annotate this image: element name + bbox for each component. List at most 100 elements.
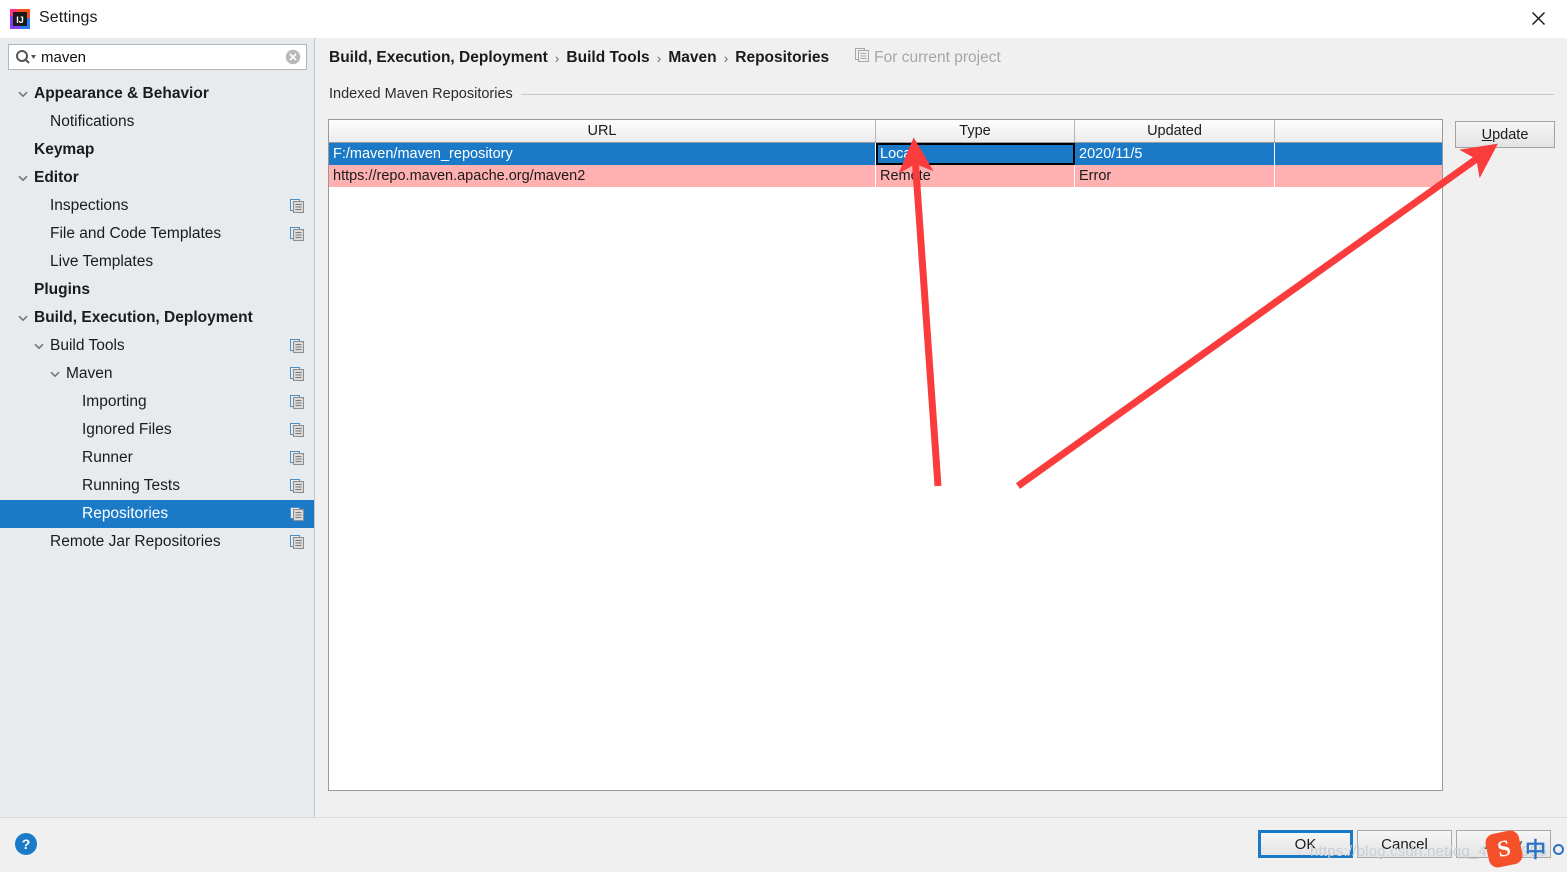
search-box[interactable]	[8, 44, 307, 70]
sidebar-item-appearance-behavior[interactable]: Appearance & Behavior	[0, 80, 314, 108]
project-scope-icon	[290, 479, 304, 493]
sidebar-item-build-tools[interactable]: Build Tools	[0, 332, 314, 360]
column-header-url[interactable]: URL	[329, 120, 876, 143]
title-bar: IJ Settings	[0, 0, 1567, 39]
sidebar-item-editor[interactable]: Editor	[0, 164, 314, 192]
column-header-type[interactable]: Type	[875, 120, 1075, 143]
svg-text:?: ?	[22, 836, 31, 852]
column-header-blank[interactable]	[1274, 120, 1442, 143]
cell-type[interactable]: Remote	[875, 165, 1075, 187]
breadcrumb-item-0[interactable]: Build, Execution, Deployment	[329, 49, 548, 67]
table-header-row: URL Type Updated	[329, 120, 1442, 143]
sidebar-item-repositories[interactable]: Repositories	[0, 500, 314, 528]
help-circle-icon[interactable]: ?	[14, 832, 38, 856]
sidebar-item-label: Maven	[66, 365, 113, 382]
sidebar-item-keymap[interactable]: Keymap	[0, 136, 314, 164]
table-header: URL Type Updated	[329, 120, 1442, 143]
cell-updated[interactable]: Error	[1074, 165, 1275, 187]
sidebar-item-label: Inspections	[50, 197, 129, 214]
ime-punctuation-icon[interactable]	[1553, 843, 1564, 855]
sidebar-item-label: Keymap	[34, 141, 95, 158]
sidebar-item-label: Build, Execution, Deployment	[34, 309, 253, 326]
cell-type[interactable]: Local	[875, 142, 1075, 165]
section-header: Indexed Maven Repositories	[329, 86, 1554, 102]
settings-tree: Appearance & Behavior Notifications Keymap…	[0, 80, 314, 556]
clear-circle-icon[interactable]	[285, 49, 301, 65]
repositories-table-frame: URL Type Updated F:/maven/maven_reposito…	[328, 119, 1443, 791]
cell-url[interactable]: F:/maven/maven_repository	[329, 142, 876, 165]
project-scope-icon	[290, 227, 304, 241]
sogou-logo-icon[interactable]: S	[1483, 828, 1525, 870]
table-body: F:/maven/maven_repository Local 2020/11/5 h…	[329, 142, 1442, 187]
svg-text:IJ: IJ	[16, 15, 24, 25]
window-title: Settings	[39, 9, 98, 26]
breadcrumb-separator: ›	[723, 49, 729, 66]
for-current-project-label: For current project	[855, 48, 1001, 67]
settings-main-panel: Build, Execution, Deployment › Build Too…	[316, 38, 1567, 817]
sidebar-item-inspections[interactable]: Inspections	[0, 192, 314, 220]
project-scope-icon	[290, 199, 304, 213]
chevron-down-icon[interactable]	[16, 87, 30, 101]
sidebar-item-file-and-code-templates[interactable]: File and Code Templates	[0, 220, 314, 248]
project-scope-icon	[290, 395, 304, 409]
sidebar-item-label: Remote Jar Repositories	[50, 533, 221, 550]
project-scope-icon	[290, 367, 304, 381]
ime-mode-indicator[interactable]: 中	[1525, 834, 1546, 864]
cell-blank[interactable]	[1274, 165, 1442, 187]
breadcrumb-separator: ›	[656, 49, 662, 66]
sidebar-item-build-execution-deployment[interactable]: Build, Execution, Deployment	[0, 304, 314, 332]
repositories-table: URL Type Updated F:/maven/maven_reposito…	[329, 120, 1442, 187]
chevron-down-icon[interactable]	[16, 171, 30, 185]
sidebar-item-label: Build Tools	[50, 337, 125, 354]
sidebar-item-runner[interactable]: Runner	[0, 444, 314, 472]
cell-blank[interactable]	[1274, 142, 1442, 165]
close-icon[interactable]	[1509, 0, 1567, 37]
sogou-ime-toolbar[interactable]: S 中	[1483, 828, 1567, 870]
update-button-label: pdate	[1492, 126, 1529, 143]
cell-url[interactable]: https://repo.maven.apache.org/maven2	[329, 165, 876, 187]
project-scope-icon	[290, 339, 304, 353]
sidebar-item-ignored-files[interactable]: Ignored Files	[0, 416, 314, 444]
settings-sidebar: Appearance & Behavior Notifications Keymap…	[0, 38, 315, 817]
table-row[interactable]: F:/maven/maven_repository Local 2020/11/5	[329, 142, 1442, 165]
project-scope-icon	[855, 48, 870, 67]
update-button[interactable]: Update	[1455, 121, 1555, 148]
column-header-updated[interactable]: Updated	[1074, 120, 1275, 143]
sidebar-item-label: Notifications	[50, 113, 135, 130]
sidebar-item-label: Live Templates	[50, 253, 154, 270]
section-title: Indexed Maven Repositories	[329, 86, 513, 102]
sidebar-item-plugins[interactable]: Plugins	[0, 276, 314, 304]
chevron-down-icon[interactable]	[32, 339, 46, 353]
sidebar-item-label: Ignored Files	[82, 421, 172, 438]
breadcrumb-item-3[interactable]: Repositories	[735, 49, 829, 67]
sidebar-item-importing[interactable]: Importing	[0, 388, 314, 416]
sidebar-item-remote-jar-repositories[interactable]: Remote Jar Repositories	[0, 528, 314, 556]
breadcrumb: Build, Execution, Deployment › Build Too…	[329, 48, 1001, 67]
sidebar-item-running-tests[interactable]: Running Tests	[0, 472, 314, 500]
sidebar-item-label: Runner	[82, 449, 133, 466]
breadcrumb-item-2[interactable]: Maven	[668, 49, 716, 67]
cell-updated[interactable]: 2020/11/5	[1074, 142, 1275, 165]
search-icon[interactable]	[15, 49, 37, 66]
sidebar-item-notifications[interactable]: Notifications	[0, 108, 314, 136]
settings-dialog: IJ Settings maven Appearance & Behavior …	[0, 0, 1567, 872]
sidebar-item-label: Editor	[34, 169, 79, 186]
project-scope-icon	[290, 423, 304, 437]
table-row[interactable]: https://repo.maven.apache.org/maven2 Remo…	[329, 165, 1442, 187]
project-scope-icon	[290, 507, 304, 521]
project-scope-icon	[290, 451, 304, 465]
sidebar-item-label: Running Tests	[82, 477, 180, 494]
section-divider	[520, 93, 1554, 95]
chevron-down-icon[interactable]	[48, 367, 62, 381]
sidebar-item-maven[interactable]: Maven	[0, 360, 314, 388]
sidebar-item-live-templates[interactable]: Live Templates	[0, 248, 314, 276]
search-input[interactable]	[41, 45, 276, 69]
chevron-down-icon[interactable]	[16, 311, 30, 325]
project-scope-icon	[290, 535, 304, 549]
sidebar-item-label: File and Code Templates	[50, 225, 222, 242]
breadcrumb-separator: ›	[554, 49, 560, 66]
sidebar-item-label: Importing	[82, 393, 147, 410]
breadcrumb-item-1[interactable]: Build Tools	[566, 49, 649, 67]
intellij-idea-logo-icon: IJ	[9, 8, 31, 30]
sidebar-item-label: Appearance & Behavior	[34, 85, 209, 102]
